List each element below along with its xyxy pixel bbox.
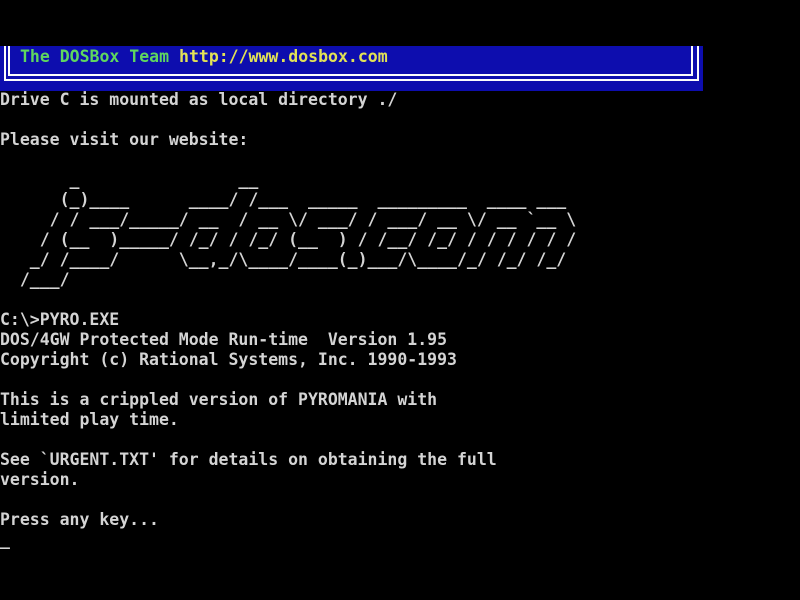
blank-row [0,290,800,310]
dosbox-website-url: http://www.dosbox.com [179,47,388,66]
banner-border-right-inner [691,46,693,76]
banner-border-bottom-inner [10,74,693,76]
dosbox-welcome-banner: The DOSBox Team http://www.dosbox.com [0,46,703,91]
dosbox-team-label: The DOSBox Team [20,47,169,66]
copyright-line: Copyright (c) Rational Systems, Inc. 199… [0,350,800,370]
banner-border-left-inner [8,46,10,76]
blank-row [0,110,800,130]
banner-border-right-outer [697,46,699,81]
banner-border-left-outer [4,46,6,81]
command-prompt-line: C:\>PYRO.EXE [0,310,800,330]
dos4gw-runtime-line: DOS/4GW Protected Mode Run-time Version … [0,330,800,350]
banner-border-bottom-outer [4,79,699,81]
crippled-version-line-1: This is a crippled version of PYROMANIA … [0,390,800,410]
blank-row [0,370,800,390]
press-any-key-line: Press any key... [0,510,800,530]
blank-row [0,490,800,510]
jsdos-ascii-logo: _ __ (_)____ ____/ /___ _____ _________ … [0,170,800,290]
mount-message: Drive C is mounted as local directory ./ [0,90,800,110]
terminal-cursor: _ [0,530,800,550]
banner-text: The DOSBox Team http://www.dosbox.com [20,47,388,67]
terminal-output: Drive C is mounted as local directory ./… [0,90,800,550]
urgent-txt-line-2: version. [0,470,800,490]
blank-row [0,150,800,170]
urgent-txt-line-1: See `URGENT.TXT' for details on obtainin… [0,450,800,470]
dosbox-terminal-screen[interactable]: The DOSBox Team http://www.dosbox.com Dri… [0,0,800,600]
website-message: Please visit our website: [0,130,800,150]
crippled-version-line-2: limited play time. [0,410,800,430]
blank-row [0,430,800,450]
